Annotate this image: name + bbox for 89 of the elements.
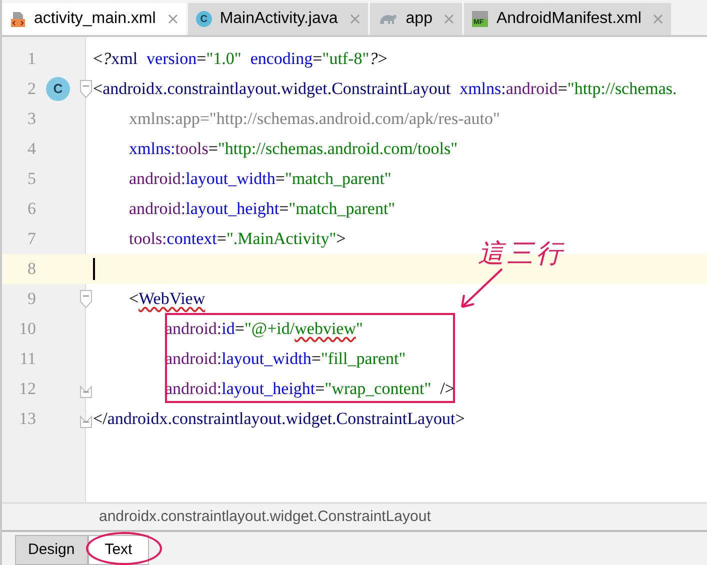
code-token: android: — [165, 318, 222, 340]
line-number: 10 — [18, 318, 36, 340]
code-token: ? — [102, 48, 112, 70]
file-tab[interactable]: C MainActivity.java — [188, 3, 368, 35]
layout-file-icon — [10, 11, 26, 27]
line-number: 2 — [26, 78, 36, 100]
code-token: = — [234, 318, 244, 340]
code-token: xml — [111, 48, 138, 70]
code-token: layout_height — [186, 198, 280, 220]
code-token: xmlns: — [460, 78, 506, 100]
code-token: < — [93, 78, 103, 100]
code-token: layout_height — [222, 378, 316, 400]
tab-label: app — [406, 9, 432, 29]
code-token: "utf-8" — [322, 48, 370, 70]
line-number: 8 — [26, 258, 36, 280]
code-token: android — [506, 78, 558, 100]
code-token: version — [146, 48, 197, 70]
line-number: 1 — [26, 48, 36, 70]
code-token: " — [356, 318, 363, 340]
code-token: > — [455, 408, 465, 430]
line-number: 11 — [18, 348, 36, 370]
code-token: "match_parent" — [288, 198, 396, 220]
code-token: "@+id/ — [244, 318, 295, 340]
code-token: "match_parent" — [284, 168, 392, 190]
tab-label: MainActivity.java — [220, 9, 338, 29]
code-token: context — [166, 228, 217, 250]
code-token: "http://schemas. — [567, 78, 677, 100]
code-token: = — [196, 48, 206, 70]
code-token: xmlns:app="http://schemas.android.com/apk/res-auto" — [129, 108, 500, 130]
code-token: /> — [440, 378, 454, 400]
line-number: 5 — [26, 168, 36, 190]
code-token: id — [222, 318, 235, 340]
code-token: android: — [129, 168, 186, 190]
editor-mode-tab[interactable]: Design — [15, 535, 88, 565]
close-icon[interactable] — [168, 14, 178, 24]
code-token: tools — [175, 138, 208, 160]
code-token: = — [279, 198, 289, 220]
code-token: androidx.constraintlayout.widget.ConstraintLayout — [107, 408, 456, 430]
line-number: 12 — [18, 378, 36, 400]
code-token: layout_width — [186, 168, 276, 190]
arrow-annotation — [458, 267, 504, 311]
class-icon: C — [196, 11, 212, 27]
code-token: encoding — [250, 48, 313, 70]
line-number: 9 — [26, 288, 36, 310]
code-token: "1.0" — [206, 48, 242, 70]
line-number: 13 — [18, 408, 36, 430]
code-token: layout_width — [222, 348, 312, 370]
code-token: android: — [165, 378, 222, 400]
code-token: android: — [129, 198, 186, 220]
code-token: < — [129, 288, 139, 310]
tab-label: activity_main.xml — [34, 9, 156, 29]
breadcrumb: androidx.constraintlayout.widget.ConstraintLayout — [2, 502, 707, 532]
code-token: WebView — [138, 288, 206, 310]
file-tab[interactable]: activity_main.xml — [2, 3, 186, 35]
fold-marker-icon[interactable] — [80, 290, 92, 308]
close-icon[interactable] — [350, 14, 360, 24]
code-token: "fill_parent" — [320, 348, 406, 370]
code-token: = — [216, 228, 226, 250]
code-token: = — [275, 168, 285, 190]
line-number: 4 — [26, 138, 36, 160]
close-icon[interactable] — [653, 14, 664, 24]
close-icon[interactable] — [444, 14, 454, 24]
file-tab[interactable]: app — [370, 3, 462, 35]
code-token: xmlns: — [129, 138, 176, 160]
code-token: "wrap_content" — [324, 378, 432, 400]
code-token: = — [315, 378, 325, 400]
code-token: = — [311, 348, 321, 370]
line-number: 3 — [26, 108, 36, 130]
tab-label: AndroidManifest.xml — [496, 9, 642, 29]
code-token: "http://schemas.android.com/tools" — [218, 138, 458, 160]
code-token: androidx.constraintlayout.widget.ConstraintLayout — [102, 78, 451, 100]
code-token: = — [558, 78, 568, 100]
code-token: </ — [93, 408, 108, 430]
code-token: android: — [165, 348, 222, 370]
code-token: = — [208, 138, 218, 160]
line-number: 6 — [26, 198, 36, 220]
code-token: ".MainActivity" — [226, 228, 336, 250]
code-token: = — [312, 48, 322, 70]
code-token: > — [336, 228, 346, 250]
annotation-text: 這三行 — [478, 237, 565, 270]
code-token: > — [378, 48, 388, 70]
code-token: tools: — [129, 228, 167, 250]
elephant-icon — [378, 12, 398, 26]
code-token: ? — [369, 48, 378, 70]
fold-marker-icon[interactable] — [80, 80, 92, 98]
code-token: < — [93, 48, 103, 70]
code-token: webview — [294, 318, 356, 340]
editor-mode-tab[interactable]: Text — [88, 535, 150, 565]
line-number: 7 — [26, 228, 36, 250]
